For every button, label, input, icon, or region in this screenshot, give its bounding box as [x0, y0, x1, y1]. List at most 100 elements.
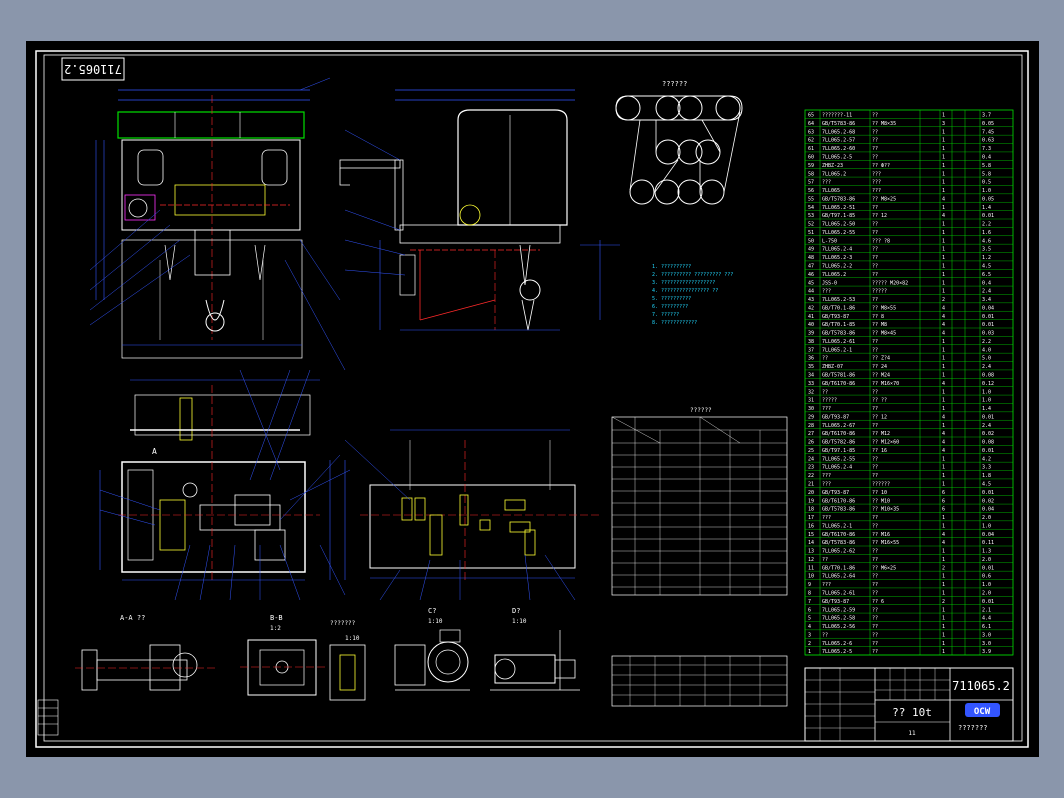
tech-note-6: 6. ????????? — [652, 304, 688, 310]
parts-list-cell: 1.4 — [982, 205, 991, 211]
company-logo: OCW — [974, 707, 991, 717]
parts-list-cell: 33 — [808, 381, 814, 387]
parts-list-cell: GB/T93-87 — [822, 490, 849, 496]
parts-list-row: 40 GB/T70.1-85 ?? M8 4 0.01 — [805, 322, 1013, 328]
parts-list-cell: 43 — [808, 297, 814, 303]
parts-list-cell: 1 — [942, 389, 945, 395]
parts-list-cell: 59 — [808, 163, 814, 169]
parts-list-cell: 5.8 — [982, 163, 991, 169]
parts-list-row: 3???? 1 3.0 — [805, 632, 1013, 638]
parts-list-cell: 1 — [942, 113, 945, 119]
parts-list-cell: ?? — [822, 632, 828, 638]
parts-list-cell: 0.08 — [982, 373, 994, 379]
parts-list-cell: GB/T6170-86 — [822, 431, 855, 437]
parts-list-cell: 0.12 — [982, 381, 994, 387]
parts-list-cell: 7 — [808, 599, 811, 605]
parts-list-cell: ?? 12 — [872, 414, 887, 420]
parts-list-cell: 1 — [942, 205, 945, 211]
parts-list-cell: ?? — [872, 406, 878, 412]
parts-list-cell: 1.4 — [982, 406, 991, 412]
parts-list-cell: ?? — [872, 129, 878, 135]
parts-list-cell: 20 — [808, 490, 814, 496]
parts-list-cell: ?? 10 — [872, 490, 887, 496]
parts-list-cell: 7LL065.2-5 — [822, 155, 852, 161]
view-a-label: A — [152, 447, 157, 456]
section-bb-scale: 1:2 — [270, 625, 281, 632]
tech-note-1: 1. ?????????? — [652, 264, 691, 270]
parts-list-row: 43 7LL065.2-53?? 2 3.4 — [805, 297, 1013, 304]
parts-list-cell: 1 — [942, 406, 945, 412]
parts-list-cell: 4 — [942, 414, 945, 420]
parts-list-cell: 0.6 — [982, 574, 991, 580]
parts-list-row: 60 7LL065.2-5?? 1 0.4 — [805, 155, 1013, 161]
parts-list-cell: 1 — [942, 347, 945, 353]
parts-list-cell: 0.04 — [982, 532, 994, 538]
parts-list-cell: 6.1 — [982, 624, 991, 630]
parts-list-cell: ?? 6 — [872, 599, 884, 605]
parts-list-cell: 21 — [808, 482, 814, 488]
parts-list-cell: 1 — [942, 515, 945, 521]
parts-list-cell: 1 — [942, 272, 945, 278]
parts-list-cell: ?? — [822, 389, 828, 395]
parts-list-cell: 1 — [942, 523, 945, 529]
parts-list-cell: 7LL065.2-61 — [822, 339, 855, 345]
parts-list-cell: 49 — [808, 247, 814, 253]
parts-list-cell: ?? M10 — [872, 498, 890, 504]
parts-list-cell: 2.2 — [982, 339, 991, 345]
parts-list-cell: GB/T5783-86 — [822, 196, 855, 202]
parts-list-cell: ?? — [872, 272, 878, 278]
parts-list-cell: 7LL065.2-57 — [822, 138, 855, 144]
parts-list-cell: 8 — [808, 591, 811, 597]
parts-list-cell: ??? — [822, 473, 831, 479]
parts-list-row: 56 7LL065??? 1 1.0 — [805, 188, 1013, 195]
drawing-sheet: 711065.2 ?????? 1. ?????????? 2. ???????… — [26, 41, 1039, 757]
parts-list-cell: 0.4 — [982, 280, 991, 286]
parts-list-cell: 7LL065.2-68 — [822, 129, 855, 135]
parts-list-row: 55 GB/T5783-86 ?? M8×25 4 0.05 — [805, 196, 1013, 203]
parts-list-row: 4 7LL065.2-56?? 1 6.1 — [805, 624, 1013, 630]
parts-list-row: 6 7LL065.2-59?? 1 2.1 — [805, 607, 1013, 613]
parts-list-cell: ??? — [822, 482, 831, 488]
parts-list-row: 19 GB/T6170-86 ?? M10 6 0.02 — [805, 498, 1013, 505]
parts-list-cell: ?? M6×25 — [872, 565, 896, 571]
parts-list-cell: GB/T5782-86 — [822, 440, 855, 446]
parts-list-cell: 28 — [808, 423, 814, 429]
parts-list-cell: 0.05 — [982, 196, 994, 202]
parts-list-cell: 16 — [808, 523, 814, 529]
parts-list-cell: ?? — [822, 356, 828, 362]
parts-list-row: 63 7LL065.2-68?? 1 7.45 — [805, 129, 1013, 135]
parts-list-cell: 0.01 — [982, 414, 994, 420]
parts-list-cell: 1.8 — [982, 473, 991, 479]
parts-list-cell: 3.7 — [982, 113, 991, 119]
parts-list-cell: 4 — [942, 540, 945, 546]
parts-list-cell: 1 — [942, 180, 945, 186]
parts-list-cell: 64 — [808, 121, 814, 127]
parts-list-cell: 7LL065.2-3 — [822, 255, 852, 261]
parts-list-row: 28 7LL065.2-67?? 1 2.4 — [805, 423, 1013, 429]
parts-list-cell: 65 — [808, 113, 814, 119]
sheet-label: 11 — [908, 730, 916, 737]
parts-list-cell: GB/T6170-86 — [822, 532, 855, 538]
parts-list-cell: 7LL065.2 — [822, 171, 846, 177]
parts-list-cell: 6 — [808, 607, 811, 613]
parts-list-row: 30????? 1 1.4 — [805, 406, 1013, 413]
parts-list-cell: ?? — [872, 574, 878, 580]
tech-params-table: ?????? — [611, 407, 788, 596]
parts-list-cell: 7LL065.2-60 — [822, 146, 855, 152]
parts-list-row: 38 7LL065.2-61?? 1 2.2 — [805, 339, 1013, 345]
parts-list-cell: 7LL065.2-67 — [822, 423, 855, 429]
parts-list-cell: 4 — [942, 431, 945, 437]
parts-list-row: 25 GB/T97.1-85 ?? 16 4 0.01 — [805, 448, 1013, 454]
parts-list-cell: 57 — [808, 180, 814, 186]
parts-list-row: 58 7LL065.2??? 1 5.8 — [805, 171, 1013, 178]
parts-list-row: 39 GB/T5783-86 ?? M8×45 4 0.03 — [805, 331, 1013, 337]
parts-list-cell: 1 — [942, 138, 945, 144]
parts-list-cell: ?? — [872, 230, 878, 236]
parts-list-cell: 7LL065.2-1 — [822, 347, 852, 353]
parts-list-row: 11 GB/T70.1-86 ?? M6×25 2 0.01 — [805, 565, 1013, 572]
parts-list-cell: ?? Z?4 — [872, 356, 890, 362]
parts-list-cell: 7LL065 — [822, 188, 840, 194]
parts-list-cell: 1 — [942, 146, 945, 152]
parts-list: 65 ???????-11?? 1 3.764 GB/T5783-86?? M8×35 3… — [804, 109, 1014, 656]
parts-list-row: 14 GB/T5783-86 ?? M16×55 4 0.11 — [805, 540, 1013, 546]
